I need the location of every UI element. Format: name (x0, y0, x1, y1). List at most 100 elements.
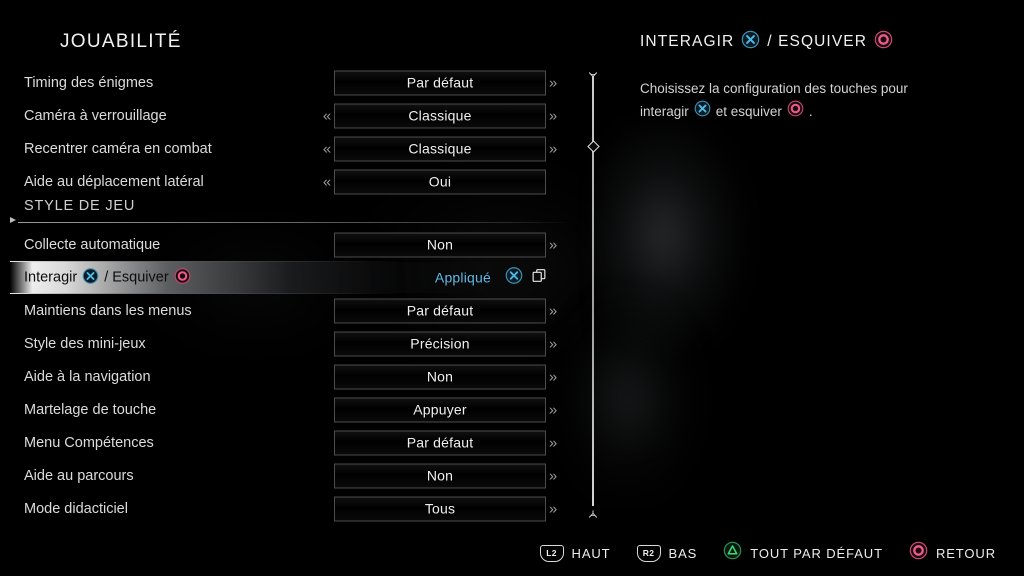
settings-row-label: Aide au parcours (24, 467, 134, 484)
increment-arrow-icon[interactable]: » (546, 435, 560, 450)
scroll-down-arrow-icon[interactable] (588, 506, 598, 518)
description-line-2-text-b: et esquiver (715, 104, 782, 119)
increment-arrow-icon[interactable]: » (546, 369, 560, 384)
increment-arrow-icon[interactable]: » (546, 402, 560, 417)
description-line-1: Choisissez la configuration des touches … (640, 78, 960, 100)
settings-row[interactable]: Aide au parcours «Non» (0, 459, 600, 492)
decrement-arrow-icon: « (320, 303, 334, 318)
l2-shoulder-icon: L2 (539, 544, 564, 562)
settings-row-control: Appliqué (320, 265, 560, 290)
settings-row-control: «Par défaut» (320, 70, 560, 95)
settings-row-label: Recentrer caméra en combat (24, 140, 212, 157)
scrollbar[interactable] (587, 62, 600, 520)
settings-row-value[interactable]: Par défaut (334, 298, 546, 323)
copy-icon[interactable] (530, 266, 548, 289)
button-hints-bar: L2 HAUT R2 BAS TOUT PAR DÉFAUT RETOUR (0, 530, 1024, 576)
settings-row-label: Martelage de touche (24, 401, 157, 418)
settings-row[interactable]: Aide à la navigation «Non» (0, 360, 600, 393)
settings-row-value[interactable]: Appuyer (334, 397, 546, 422)
triangle-icon (723, 541, 742, 565)
decrement-arrow-icon[interactable]: « (320, 108, 334, 123)
hint-r2-bas[interactable]: R2 BAS (636, 544, 698, 562)
settings-row[interactable]: Maintiens dans les menus «Par défaut» (0, 294, 600, 327)
settings-row-label: Style des mini-jeux (24, 335, 146, 352)
settings-list: Timing des énigmes«Par défaut»Caméra à v… (0, 66, 600, 525)
settings-row-control: «Par défaut» (320, 298, 560, 323)
settings-row[interactable]: Timing des énigmes «Par défaut» (0, 66, 600, 99)
settings-row-control: «Précision» (320, 331, 560, 356)
description-title-part1: INTERAGIR (640, 33, 735, 50)
increment-arrow-icon[interactable]: » (546, 501, 560, 516)
settings-panel: JOUABILITÉ Timing des énigmes«Par défaut… (0, 0, 600, 530)
settings-row-control: «Classique» (320, 136, 560, 161)
settings-row[interactable]: Caméra à verrouillage «Classique» (0, 99, 600, 132)
circle-icon (909, 541, 928, 565)
increment-arrow-icon[interactable]: » (546, 75, 560, 90)
increment-arrow-icon[interactable]: » (546, 303, 560, 318)
decrement-arrow-icon: « (320, 237, 334, 252)
description-title: INTERAGIR / ESQUIVER (640, 30, 1010, 54)
settings-row[interactable]: Mode didacticiel «Tous» (0, 492, 600, 525)
settings-row-label: Aide à la navigation (24, 368, 151, 385)
circle-icon (787, 100, 804, 124)
increment-arrow-icon[interactable]: » (546, 468, 560, 483)
settings-row-control: «Non» (320, 232, 560, 257)
increment-arrow-icon[interactable]: » (546, 237, 560, 252)
hint-triangle-tout-par-defaut[interactable]: TOUT PAR DÉFAUT (723, 541, 883, 565)
cross-icon[interactable] (505, 266, 523, 289)
settings-row-value[interactable]: Tous (334, 496, 546, 521)
settings-row-value[interactable]: Par défaut (334, 70, 546, 95)
settings-row-value[interactable]: Non (334, 232, 546, 257)
increment-arrow-icon[interactable]: » (546, 141, 560, 156)
selection-highlight-edge (10, 261, 570, 262)
decrement-arrow-icon: « (320, 75, 334, 90)
description-line-2: interagir et esquiver . (640, 100, 960, 124)
decrement-arrow-icon[interactable]: « (320, 141, 334, 156)
settings-row-value[interactable]: Par défaut (334, 430, 546, 455)
status-badge: Appliqué (434, 269, 491, 286)
circle-icon (874, 30, 893, 54)
settings-row-control: «Non» (320, 463, 560, 488)
decrement-arrow-icon[interactable]: « (320, 174, 334, 189)
settings-row-value[interactable]: Oui (334, 169, 546, 194)
description-line-1-text: Choisissez la configuration des touches … (640, 81, 908, 96)
settings-row-value[interactable]: Classique (334, 103, 546, 128)
decrement-arrow-icon: « (320, 369, 334, 384)
scrollbar-thumb[interactable] (587, 140, 600, 153)
settings-row[interactable]: Martelage de touche «Appuyer» (0, 393, 600, 426)
increment-arrow-icon[interactable]: » (546, 336, 560, 351)
hint-l2-haut[interactable]: L2 HAUT (539, 544, 611, 562)
settings-row-value[interactable]: Classique (334, 136, 546, 161)
description-line-2-period: . (808, 104, 813, 119)
settings-row[interactable]: Recentrer caméra en combat «Classique» (0, 132, 600, 165)
settings-row-label: Maintiens dans les menus (24, 302, 192, 319)
section-divider (18, 222, 570, 223)
settings-row[interactable]: Menu Compétences «Par défaut» (0, 426, 600, 459)
hint-label: TOUT PAR DÉFAUT (750, 545, 883, 561)
settings-row-label-text: Interagir (24, 269, 78, 286)
cross-icon (694, 100, 711, 124)
cross-icon (82, 267, 99, 288)
settings-row-control: «Par défaut» (320, 430, 560, 455)
settings-row-selected[interactable]: Interagir / Esquiver Appliqué (0, 261, 600, 294)
settings-row-value[interactable]: Non (334, 463, 546, 488)
settings-row-control: «Tous» (320, 496, 560, 521)
settings-row-value[interactable]: Non (334, 364, 546, 389)
settings-row-control: «Non» (320, 364, 560, 389)
decrement-arrow-icon: « (320, 402, 334, 417)
settings-row[interactable]: Collecte automatique «Non» (0, 228, 600, 261)
settings-row[interactable]: Aide au déplacement latéral «Oui» (0, 165, 600, 198)
settings-row-control: «Oui» (320, 169, 560, 194)
hint-circle-retour[interactable]: RETOUR (909, 541, 996, 565)
description-title-separator: / ESQUIVER (767, 33, 868, 50)
hint-label: HAUT (571, 545, 611, 561)
decrement-arrow-icon: « (320, 468, 334, 483)
cross-icon (741, 30, 760, 54)
settings-row-label: Mode didacticiel (24, 500, 128, 517)
increment-arrow-icon[interactable]: » (546, 108, 560, 123)
page-title: JOUABILITÉ (60, 31, 182, 52)
settings-row-value[interactable]: Précision (334, 331, 546, 356)
settings-row[interactable]: Style des mini-jeux «Précision» (0, 327, 600, 360)
section-marker-icon (10, 217, 16, 223)
decrement-arrow-icon: « (320, 435, 334, 450)
